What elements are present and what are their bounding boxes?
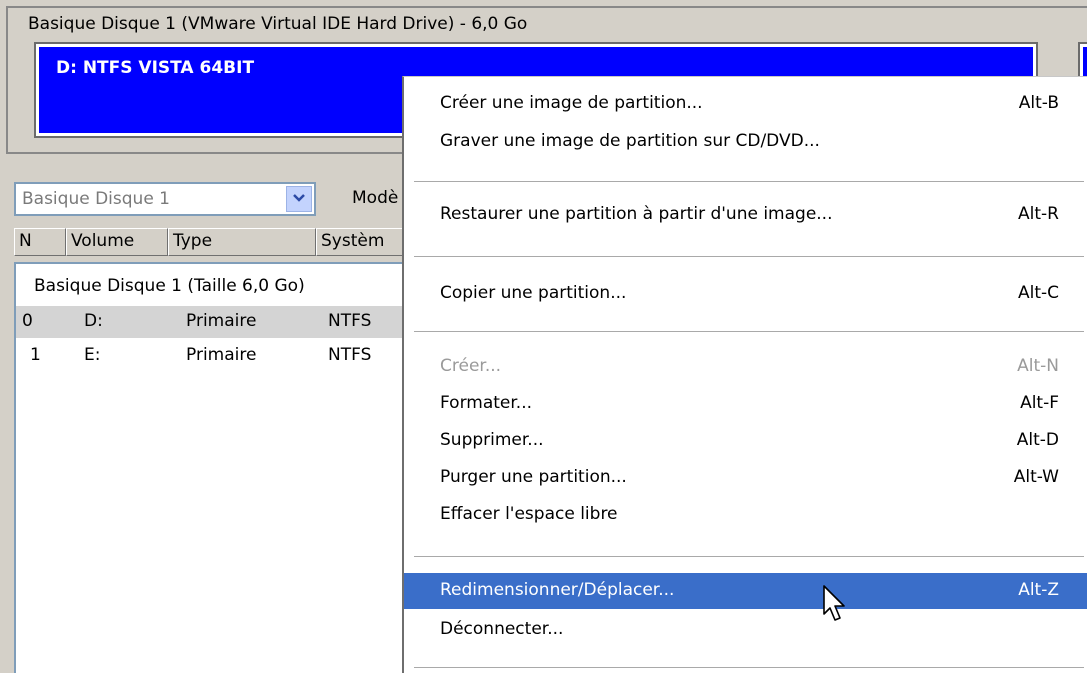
table-row[interactable]: 0 D: Primaire NTFS xyxy=(16,306,406,338)
context-menu: Créer une image de partition... Alt-B Gr… xyxy=(402,76,1087,673)
menu-item-restore-partition[interactable]: Restaurer une partition à partir d'une i… xyxy=(404,197,1087,233)
menu-item-delete[interactable]: Supprimer... Alt-D xyxy=(404,423,1087,459)
menu-separator xyxy=(414,331,1084,333)
cell-volume: E: xyxy=(84,345,101,365)
cell-n: 0 xyxy=(22,311,33,331)
column-header-type[interactable]: Type xyxy=(168,228,316,256)
cell-system: NTFS xyxy=(328,311,372,331)
menu-item-wipe-free-space[interactable]: Effacer l'espace libre xyxy=(404,497,1087,533)
disk-title: Basique Disque 1 (VMware Virtual IDE Har… xyxy=(28,14,528,34)
menu-separator xyxy=(414,256,1084,258)
mode-label: Modè xyxy=(352,188,399,208)
partition-label: D: NTFS VISTA 64BIT xyxy=(56,58,255,78)
chevron-down-icon[interactable] xyxy=(286,186,312,212)
cell-type: Primaire xyxy=(186,311,257,331)
cell-type: Primaire xyxy=(186,345,257,365)
cell-volume: D: xyxy=(84,311,103,331)
menu-separator xyxy=(414,181,1084,183)
disk-select-value: Basique Disque 1 xyxy=(22,189,171,209)
menu-item-disconnect[interactable]: Déconnecter... xyxy=(404,612,1087,648)
menu-item-create-image[interactable]: Créer une image de partition... Alt-B xyxy=(404,86,1087,122)
table-row[interactable]: 1 E: Primaire NTFS xyxy=(16,340,406,372)
menu-item-create: Créer... Alt-N xyxy=(440,356,1059,376)
cell-n: 1 xyxy=(30,345,41,365)
column-header-volume[interactable]: Volume xyxy=(66,228,168,256)
menu-separator xyxy=(414,667,1084,669)
disk-group-label: Basique Disque 1 (Taille 6,0 Go) xyxy=(34,276,305,296)
cell-system: NTFS xyxy=(328,345,372,365)
menu-item-copy-partition[interactable]: Copier une partition... Alt-C xyxy=(404,276,1087,312)
menu-item-format[interactable]: Formater... Alt-F xyxy=(404,386,1087,422)
column-header-n[interactable]: N xyxy=(14,228,66,256)
menu-separator xyxy=(414,556,1084,558)
menu-item-wipe-partition[interactable]: Purger une partition... Alt-W xyxy=(404,460,1087,496)
column-header-system[interactable]: Systèm xyxy=(316,228,416,256)
disk-select[interactable]: Basique Disque 1 xyxy=(14,182,316,216)
menu-item-resize-move[interactable]: Redimensionner/Déplacer... Alt-Z xyxy=(404,573,1087,609)
menu-item-burn-image[interactable]: Graver une image de partition sur CD/DVD… xyxy=(404,124,1087,160)
mouse-pointer-icon xyxy=(822,584,848,629)
